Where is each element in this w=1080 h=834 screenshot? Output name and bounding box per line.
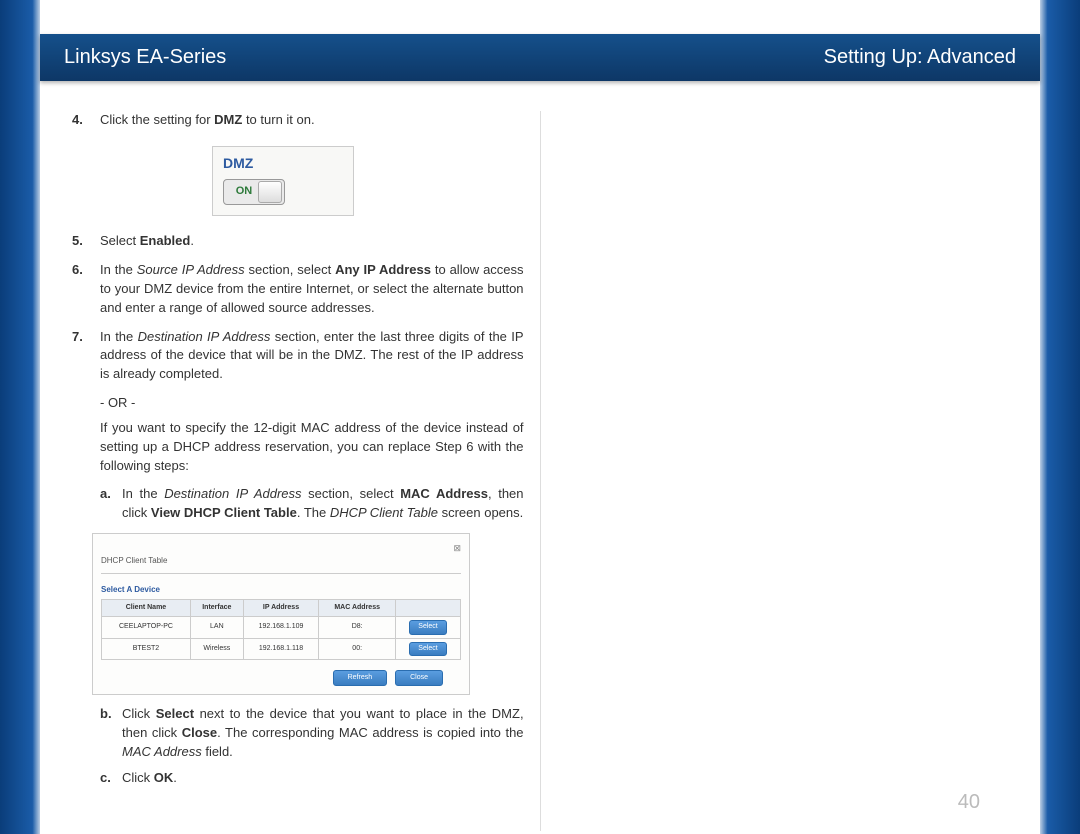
step-7: 7. In the Destination IP Address section…	[72, 328, 524, 385]
table-row: CEELAPTOP-PC LAN 192.168.1.109 D8: Selec…	[102, 617, 461, 638]
follow-text: If you want to specify the 12-digit MAC …	[72, 419, 524, 476]
th-client-name: Client Name	[102, 600, 191, 617]
header-bar: Linksys EA-Series Setting Up: Advanced	[40, 34, 1040, 81]
substep-b: b. Click Select next to the device that …	[100, 705, 524, 762]
th-interface: Interface	[190, 600, 243, 617]
dmz-knob	[258, 181, 282, 203]
header-left: Linksys EA-Series	[64, 46, 226, 69]
refresh-button[interactable]: Refresh	[333, 670, 388, 686]
content-columns: 4. Click the setting for DMZ to turn it …	[40, 81, 1040, 831]
substep-c: c. Click OK.	[100, 769, 524, 788]
close-icon[interactable]: ⊠	[101, 542, 461, 555]
substep-a: a. In the Destination IP Address section…	[100, 485, 524, 523]
table-row: BTEST2 Wireless 192.168.1.118 00: Select	[102, 638, 461, 659]
close-button[interactable]: Close	[395, 670, 443, 686]
select-button[interactable]: Select	[409, 620, 446, 634]
page-number: 40	[958, 791, 980, 814]
select-button[interactable]: Select	[409, 642, 446, 656]
right-column	[544, 111, 1020, 831]
dhcp-client-table-screenshot: ⊠ DHCP Client Table Select A Device Clie…	[92, 533, 470, 695]
dmz-label: DMZ	[223, 153, 343, 173]
step-5: 5. Select Enabled.	[72, 232, 524, 251]
dmz-toggle[interactable]: ON	[223, 179, 285, 205]
th-mac: MAC Address	[319, 600, 396, 617]
dhcp-select-label: Select A Device	[101, 584, 461, 596]
page-container: Linksys EA-Series Setting Up: Advanced 4…	[40, 0, 1040, 834]
th-ip: IP Address	[243, 600, 319, 617]
dmz-state: ON	[224, 184, 258, 200]
column-divider	[540, 111, 541, 831]
dhcp-table: Client Name Interface IP Address MAC Add…	[101, 599, 461, 659]
step-4: 4. Click the setting for DMZ to turn it …	[72, 111, 524, 130]
left-column: 4. Click the setting for DMZ to turn it …	[60, 111, 536, 831]
dhcp-title: DHCP Client Table	[101, 555, 461, 574]
or-text: - OR -	[72, 394, 524, 413]
step-6: 6. In the Source IP Address section, sel…	[72, 261, 524, 318]
th-action	[396, 600, 461, 617]
header-right: Setting Up: Advanced	[824, 46, 1016, 69]
dmz-screenshot: DMZ ON	[212, 146, 354, 216]
